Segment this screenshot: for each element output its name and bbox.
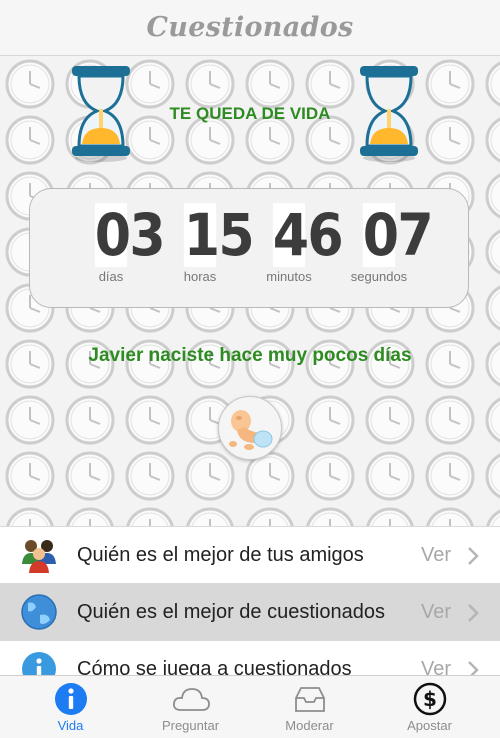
baby-icon <box>218 396 282 460</box>
countdown-hours: 15 horas <box>161 201 255 284</box>
tab-label: Apostar <box>407 718 452 733</box>
svg-text:$: $ <box>423 687 437 711</box>
tab-label: Preguntar <box>161 718 220 733</box>
countdown-hours-label: horas <box>183 269 217 284</box>
list-item-label: Quién es el mejor de tus amigos <box>77 544 364 566</box>
view-link[interactable]: Ver <box>421 544 451 567</box>
hourglass-icon-left <box>72 66 130 162</box>
friends-icon <box>22 540 56 573</box>
countdown-box: 03 días 15 horas 46 minutos 07 segundos <box>29 188 469 308</box>
tab-label: Vida <box>57 718 84 733</box>
list-item-best-global[interactable]: Quién es el mejor de cuestionados Ver <box>0 583 500 641</box>
countdown-seconds: 07 segundos <box>340 201 434 284</box>
countdown-hours-value: 15 <box>183 201 255 269</box>
birth-message: Javier naciste hace muy pocos días <box>88 345 412 366</box>
countdown-minutes-value: 46 <box>272 201 344 269</box>
list-item-label: Quién es el mejor de cuestionados <box>77 601 385 623</box>
hourglass-icon-right <box>360 66 418 162</box>
menu-list: Quién es el mejor de tus amigos Ver Quié… <box>0 526 500 676</box>
countdown-days-label: días <box>98 269 124 284</box>
tab-vida[interactable]: Vida <box>8 676 133 738</box>
tab-label: Moderar <box>285 718 334 733</box>
life-remaining-label: TE QUEDA DE VIDA <box>169 104 331 123</box>
info-icon <box>22 652 56 676</box>
chevron-right-icon <box>468 661 479 676</box>
countdown-seconds-label: segundos <box>350 269 408 284</box>
tab-apostar[interactable]: $ Apostar <box>367 676 492 738</box>
view-link[interactable]: Ver <box>421 658 451 676</box>
countdown-days: 03 días <box>72 201 166 284</box>
chevron-right-icon <box>468 604 479 622</box>
list-item-how-to-play[interactable]: Cómo se juega a cuestionados Ver <box>0 640 500 676</box>
cloud-icon <box>172 688 210 711</box>
inbox-icon <box>294 687 325 712</box>
countdown-minutes: 46 minutos <box>250 201 344 284</box>
tab-bar: Vida Preguntar Moderar $ Apostar <box>0 675 500 738</box>
tab-moderar[interactable]: Moderar <box>247 676 372 738</box>
list-item-label: Cómo se juega a cuestionados <box>77 658 352 676</box>
countdown-days-value: 03 <box>94 201 166 269</box>
app-header: Cuestionados <box>0 0 500 56</box>
info-icon <box>54 683 87 715</box>
countdown-seconds-value: 07 <box>362 201 434 269</box>
globe-icon <box>21 594 57 630</box>
tab-preguntar[interactable]: Preguntar <box>128 676 253 738</box>
chevron-right-icon <box>468 547 479 565</box>
app-title: Cuestionados <box>146 12 354 43</box>
dollar-icon: $ <box>413 682 446 716</box>
view-link[interactable]: Ver <box>421 601 451 624</box>
countdown-minutes-label: minutos <box>266 269 312 284</box>
list-item-best-friends[interactable]: Quién es el mejor de tus amigos Ver <box>0 526 500 584</box>
